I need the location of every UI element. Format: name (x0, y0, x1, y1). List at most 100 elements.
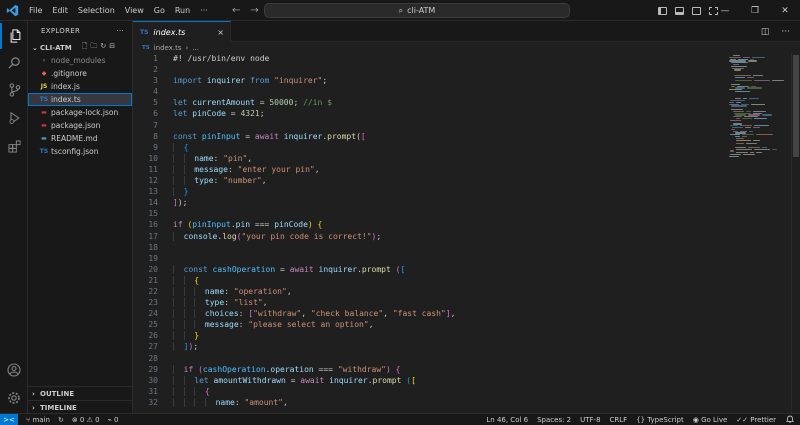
code-line[interactable]: 6 let pinCode = 4321; (133, 108, 723, 119)
menu-item[interactable]: Selection (73, 0, 120, 21)
file-item[interactable]: ◆ .gitignore (28, 67, 132, 80)
code-line[interactable]: 27 ]); (133, 341, 723, 352)
collapse-all-icon[interactable]: ⊟ (109, 42, 115, 53)
code-line[interactable]: 1 #! /usr/bin/env node (133, 53, 723, 64)
vertical-scrollbar[interactable] (791, 53, 800, 413)
new-file-icon[interactable]: 🗋 (82, 42, 88, 53)
code-line[interactable]: 31 { (133, 386, 723, 397)
toggle-primary-sidebar-icon[interactable] (658, 6, 667, 15)
code-line[interactable]: 9 { (133, 142, 723, 153)
breadcrumb-more[interactable]: ... (192, 44, 199, 52)
code-line[interactable]: 17 console.log("your pin code is correct… (133, 231, 723, 242)
project-folder[interactable]: ⌄ CLI-ATM 🗋 🗀 ↻ ⊟ (28, 41, 132, 54)
file-item[interactable]: ▬ package-lock.json (28, 106, 132, 119)
explorer-more-button[interactable]: ··· (116, 27, 124, 35)
file-item[interactable]: JS index.js (28, 80, 132, 93)
problems-indicator[interactable]: ⊗ 0 ⚠ 0 (72, 416, 100, 424)
menu-item[interactable]: View (120, 0, 149, 21)
code-line[interactable]: 19 (133, 253, 723, 264)
toggle-secondary-sidebar-icon[interactable] (692, 6, 701, 15)
back-arrow-icon[interactable]: ← (232, 5, 240, 16)
split-editor-icon[interactable]: ◫ (761, 27, 770, 37)
outline-section[interactable]: › OUTLINE (28, 386, 133, 400)
prettier-status[interactable]: ✓✓ Prettier (736, 416, 776, 424)
minimap[interactable] (723, 53, 791, 163)
more-actions-icon[interactable]: ··· (781, 27, 790, 37)
code-line[interactable]: 12 type: "number", (133, 175, 723, 186)
menu-item[interactable]: File (24, 0, 47, 21)
code-line[interactable]: 8 const pinInput = await inquirer.prompt(… (133, 131, 723, 142)
code-line[interactable]: 15 (133, 208, 723, 219)
code-line[interactable]: 20 const cashOperation = await inquirer.… (133, 264, 723, 275)
code-line[interactable]: 7 (133, 120, 723, 131)
notifications-bell-icon[interactable] (785, 415, 795, 425)
code-line[interactable]: 14]); (133, 197, 723, 208)
close-window-icon[interactable]: ✕ (770, 6, 800, 16)
minimize-icon[interactable]: — (710, 6, 740, 16)
line-ending[interactable]: CRLF (610, 416, 628, 424)
forward-arrow-icon[interactable]: → (250, 5, 258, 16)
close-tab-icon[interactable]: × (217, 28, 224, 37)
code-line[interactable]: 3 import inquirer from "inquirer"; (133, 75, 723, 86)
file-item[interactable]: › node_modules (28, 54, 132, 67)
line-number: 28 (148, 353, 158, 363)
tab-index-ts[interactable]: TS index.ts × (133, 21, 231, 42)
code-editor[interactable]: 1 #! /usr/bin/env node 2 3 import inquirer f… (133, 53, 800, 413)
code-line[interactable]: 13 } (133, 186, 723, 197)
new-folder-icon[interactable]: 🗀 (90, 42, 97, 53)
code-line[interactable]: 5 let currentAmount = 50000; //in $ (133, 97, 723, 108)
accounts-icon[interactable] (0, 357, 28, 383)
file-item[interactable]: ▬ package.json (28, 119, 132, 132)
file-type-icon: JS (40, 83, 48, 90)
code-line[interactable]: 2 (133, 64, 723, 75)
code-line[interactable]: 21 { (133, 275, 723, 286)
menu-item[interactable]: ··· (195, 0, 213, 21)
minimap-line (753, 127, 760, 129)
search-icon[interactable] (0, 49, 28, 75)
code-line[interactable]: 4 (133, 86, 723, 97)
extensions-icon[interactable] (0, 133, 28, 159)
code-line[interactable]: 29 if (cashOperation.operation === "with… (133, 364, 723, 375)
code-line[interactable]: 23 type: "list", (133, 297, 723, 308)
code-line[interactable]: 24 choices: ["withdraw", "check balance"… (133, 308, 723, 319)
source-control-icon[interactable] (0, 77, 28, 103)
toggle-panel-icon[interactable] (675, 6, 684, 15)
remote-indicator-icon[interactable]: >< (0, 413, 18, 425)
language-mode[interactable]: {} TypeScript (636, 416, 684, 424)
code-line[interactable]: 18 (133, 242, 723, 253)
sync-icon[interactable]: ↻ (58, 416, 64, 424)
settings-gear-icon[interactable] (0, 385, 28, 411)
file-item[interactable]: ▬ README.md (28, 132, 132, 145)
code-line[interactable]: 11 message: "enter your pin", (133, 164, 723, 175)
minimap-line (730, 119, 741, 121)
code-line[interactable]: 16 if (pinInput.pin === pinCode) { (133, 219, 723, 230)
code-line[interactable]: 28 (133, 353, 723, 364)
scrollbar-thumb[interactable] (793, 55, 799, 157)
menu-item[interactable]: Go (149, 0, 170, 21)
run-and-debug-icon[interactable] (0, 105, 28, 131)
code-line[interactable]: 30 let amountWithdrawn = await inquirer.… (133, 375, 723, 386)
command-center-search[interactable]: ⌕ cli-ATM (264, 3, 570, 18)
menu-item[interactable]: Run (170, 0, 195, 21)
encoding[interactable]: UTF-8 (580, 416, 600, 424)
code-line[interactable]: 25 message: "please select an option", (133, 319, 723, 330)
refresh-icon[interactable]: ↻ (100, 42, 106, 53)
ports-indicator[interactable]: ⌁ 0 (108, 416, 119, 424)
code-line[interactable]: 26 } (133, 330, 723, 341)
minimap-line (736, 139, 751, 141)
explorer-icon[interactable] (0, 23, 28, 49)
branch-indicator[interactable]: ⑂ main (26, 416, 50, 424)
file-item[interactable]: TS index.ts (28, 93, 132, 106)
menu-item[interactable]: Edit (47, 0, 73, 21)
indentation[interactable]: Spaces: 2 (537, 416, 571, 424)
breadcrumb-file[interactable]: index.ts (154, 44, 182, 52)
code-line[interactable]: 32 name: "amount", (133, 397, 723, 408)
code-lines[interactable]: 1 #! /usr/bin/env node 2 3 import inquirer f… (133, 53, 723, 408)
code-line[interactable]: 22 name: "operation", (133, 286, 723, 297)
restore-icon[interactable]: ❐ (740, 6, 770, 16)
code-line[interactable]: 10 name: "pin", (133, 153, 723, 164)
cursor-position[interactable]: Ln 46, Col 6 (486, 416, 528, 424)
file-item[interactable]: TS tsconfig.json (28, 145, 132, 158)
timeline-section[interactable]: › TIMELINE (28, 400, 133, 414)
go-live-button[interactable]: ◉ Go Live (693, 416, 728, 424)
